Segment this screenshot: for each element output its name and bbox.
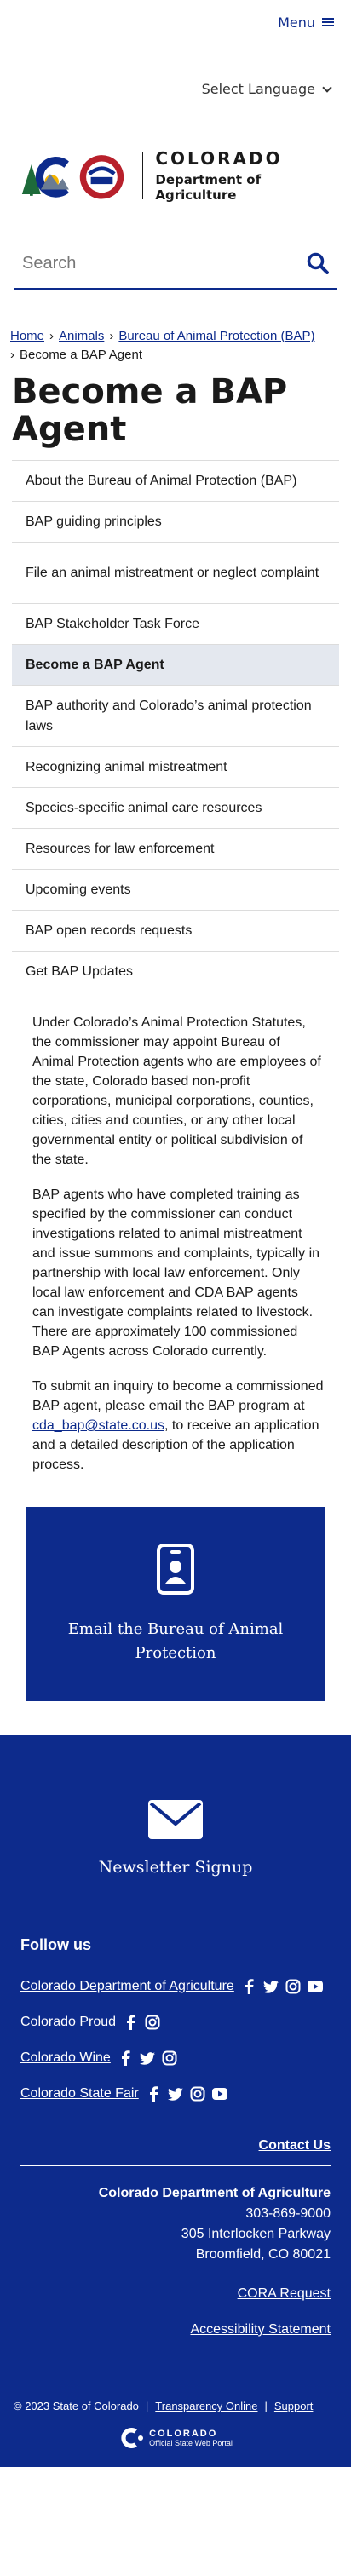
search-icon[interactable]: [307, 252, 329, 274]
logo-text: COLORADO Department of Agriculture: [155, 148, 331, 203]
social-org-link[interactable]: Colorado Proud: [20, 2012, 116, 2033]
bottom-bar: © 2023 State of Colorado | Transparency …: [0, 2388, 351, 2467]
legal-separator: |: [145, 2400, 149, 2412]
cora-request-link[interactable]: CORA Request: [20, 2284, 331, 2304]
menu-button[interactable]: Menu: [278, 14, 334, 31]
email-bap-label: Email the Bureau of Animal Protection: [67, 1620, 284, 1662]
footer: Newsletter Signup Follow us Colorado Dep…: [0, 1735, 351, 2388]
portal-line2: Official State Web Portal: [149, 2439, 233, 2447]
envelope-icon: [148, 1800, 203, 1839]
address-org: Colorado Department of Agriculture: [98, 2186, 331, 2200]
bap-email-link[interactable]: cda_bap@state.co.us: [32, 1418, 164, 1433]
id-badge-icon: [157, 1544, 194, 1595]
state-portal-link[interactable]: COLORADO Official State Web Portal: [14, 2426, 337, 2450]
nav-item-stakeholder-task-force[interactable]: BAP Stakeholder Task Force: [12, 604, 339, 645]
breadcrumb-separator: ›: [109, 329, 114, 343]
youtube-icon[interactable]: [307, 1979, 323, 1994]
instagram-icon[interactable]: [145, 2015, 160, 2030]
nav-item-guiding-principles[interactable]: BAP guiding principles: [12, 502, 339, 543]
breadcrumb-separator: ›: [49, 329, 55, 343]
nav-item-open-records[interactable]: BAP open records requests: [12, 911, 339, 952]
breadcrumb-bap[interactable]: Bureau of Animal Protection (BAP): [118, 329, 314, 343]
logo-line2: Department of Agriculture: [155, 172, 262, 203]
follow-us-heading: Follow us: [20, 1936, 91, 1953]
address-city: Broomfield, CO 80021: [195, 2247, 331, 2262]
nav-item-become-agent[interactable]: Become a BAP Agent: [12, 645, 339, 686]
address-phone: 303-869-9000: [245, 2206, 331, 2221]
accessibility-statement-link[interactable]: Accessibility Statement: [20, 2320, 331, 2340]
nav-item-upcoming-events[interactable]: Upcoming events: [12, 870, 339, 911]
social-org-link[interactable]: Colorado State Fair: [20, 2084, 139, 2104]
language-row: Select Language: [0, 44, 351, 112]
language-select-label: Select Language: [201, 81, 315, 97]
paragraph: BAP agents who have completed training a…: [32, 1187, 320, 1359]
chevron-down-icon: [322, 82, 332, 93]
top-bar: Menu: [0, 0, 351, 44]
breadcrumb: Home › Animals › Bureau of Animal Protection…: [0, 327, 351, 365]
instagram-icon[interactable]: [190, 2086, 205, 2102]
menu-label: Menu: [278, 14, 315, 31]
social-group-state-fair: Colorado State Fair: [20, 2084, 331, 2104]
facebook-icon[interactable]: [123, 2015, 138, 2030]
nav-item-authority-laws[interactable]: BAP authority and Colorado’s animal prot…: [12, 686, 339, 747]
twitter-icon[interactable]: [167, 2086, 183, 2102]
language-select[interactable]: Select Language: [201, 81, 332, 97]
nav-item-about-bap[interactable]: About the Bureau of Animal Protection (B…: [12, 461, 339, 502]
legal-links: © 2023 State of Colorado | Transparency …: [14, 2400, 337, 2412]
breadcrumb-separator: ›: [10, 348, 14, 362]
newsletter-signup-link[interactable]: Newsletter Signup: [20, 1800, 331, 1877]
portal-line1: COLORADO: [149, 2429, 218, 2439]
main-content: Under Colorado’s Animal Protection Statu…: [0, 992, 351, 1475]
search-bar: [14, 239, 337, 290]
search-input[interactable]: [22, 253, 278, 273]
instagram-icon[interactable]: [162, 2050, 177, 2066]
colorado-c-logo-icon: [21, 155, 124, 199]
breadcrumb-animals[interactable]: Animals: [59, 329, 104, 343]
page-title: Become a BAP Agent: [12, 372, 288, 449]
newsletter-label: Newsletter Signup: [98, 1858, 253, 1877]
nav-item-species-care[interactable]: Species-specific animal care resources: [12, 788, 339, 829]
legal-separator: |: [264, 2400, 268, 2412]
twitter-icon[interactable]: [139, 2050, 155, 2066]
instagram-icon[interactable]: [285, 1979, 301, 1994]
social-group-colorado-wine: Colorado Wine: [20, 2048, 331, 2068]
contact-us-link[interactable]: Contact Us: [259, 2138, 331, 2153]
nav-item-file-complaint[interactable]: File an animal mistreatment or neglect c…: [12, 543, 339, 604]
social-group-colorado-proud: Colorado Proud: [20, 2012, 331, 2033]
logo-divider: [141, 152, 144, 199]
colorado-portal-logo-icon: [121, 2428, 144, 2448]
logo-line1: COLORADO: [155, 148, 283, 169]
social-group-cda: Colorado Department of Agriculture: [20, 1976, 331, 1997]
paragraph: Under Colorado’s Animal Protection Statu…: [32, 1015, 321, 1167]
nav-item-recognizing-mistreatment[interactable]: Recognizing animal mistreatment: [12, 747, 339, 788]
facebook-icon[interactable]: [146, 2086, 161, 2102]
support-link[interactable]: Support: [274, 2400, 314, 2412]
nav-item-get-updates[interactable]: Get BAP Updates: [12, 952, 339, 992]
logo-row: COLORADO Department of Agriculture: [0, 112, 351, 239]
section-nav: About the Bureau of Animal Protection (B…: [12, 460, 339, 992]
youtube-icon[interactable]: [211, 2086, 227, 2102]
transparency-online-link[interactable]: Transparency Online: [155, 2400, 257, 2412]
social-org-link[interactable]: Colorado Department of Agriculture: [20, 1976, 234, 1997]
email-bap-card[interactable]: Email the Bureau of Animal Protection: [26, 1507, 325, 1701]
paragraph-text: To submit an inquiry to become a commiss…: [32, 1379, 324, 1413]
breadcrumb-home[interactable]: Home: [10, 329, 44, 343]
address-street: 305 Interlocken Parkway: [181, 2227, 331, 2241]
paragraph: To submit an inquiry to become a commiss…: [32, 1377, 324, 1475]
breadcrumb-current: Become a BAP Agent: [20, 348, 142, 362]
copyright: © 2023 State of Colorado: [14, 2400, 139, 2412]
nav-item-law-enforcement[interactable]: Resources for law enforcement: [12, 829, 339, 870]
hamburger-icon: [322, 17, 334, 27]
contact-us: Contact Us: [20, 2138, 331, 2166]
footer-address: Colorado Department of Agriculture 303-8…: [20, 2183, 331, 2340]
cda-logo-link[interactable]: COLORADO Department of Agriculture: [20, 148, 331, 203]
portal-text: COLORADO Official State Web Portal: [149, 2429, 233, 2447]
facebook-icon[interactable]: [241, 1979, 256, 1994]
twitter-icon[interactable]: [262, 1979, 279, 1994]
facebook-icon[interactable]: [118, 2050, 133, 2066]
social-org-link[interactable]: Colorado Wine: [20, 2048, 111, 2068]
